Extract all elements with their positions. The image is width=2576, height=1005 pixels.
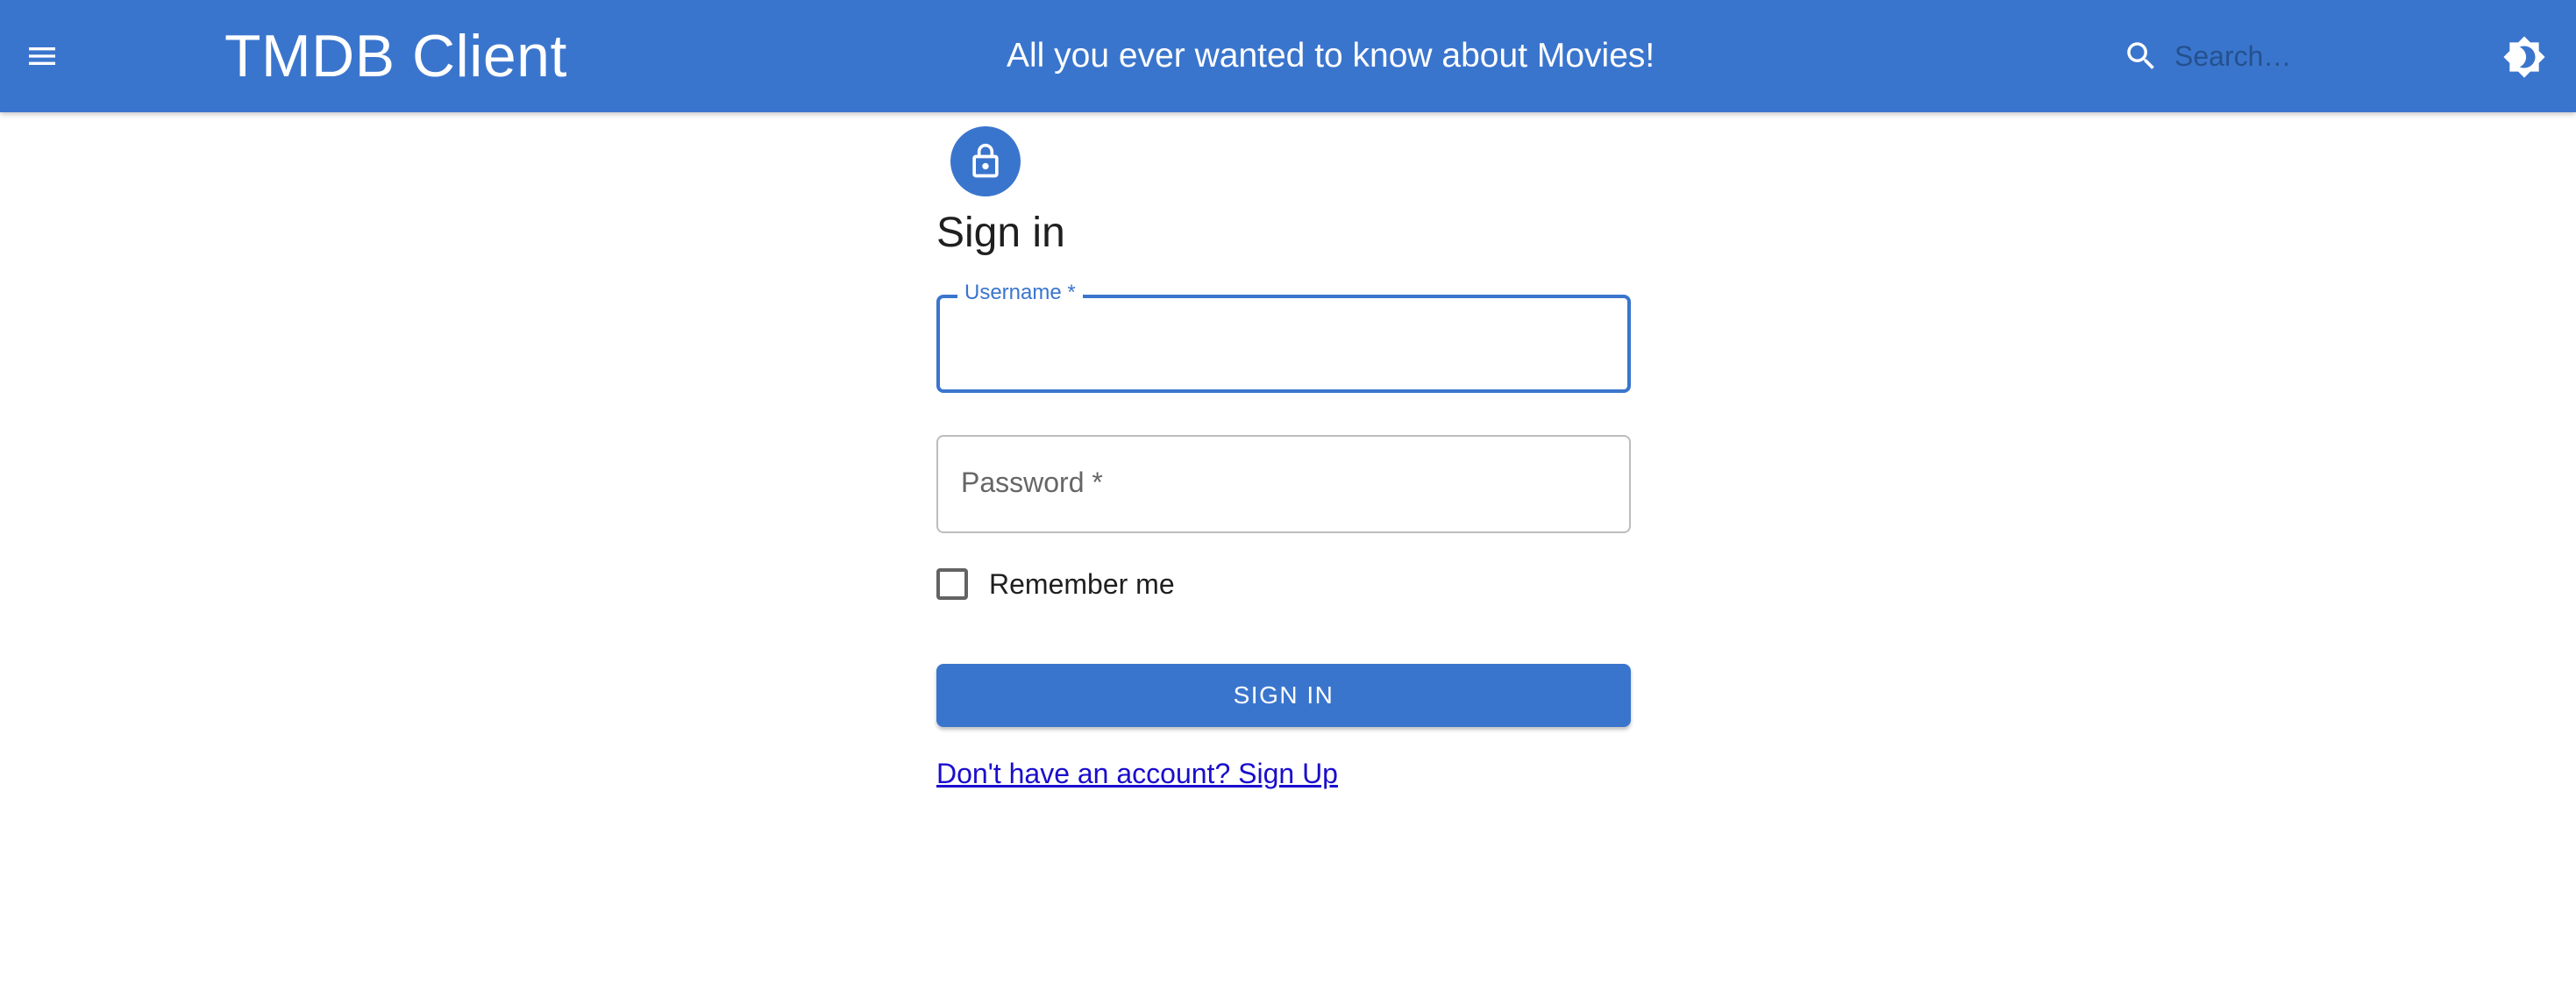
app-bar: TMDB Client All you ever wanted to know … (0, 0, 2576, 112)
username-field[interactable]: Username * (936, 281, 1631, 393)
brightness-icon (2503, 36, 2545, 78)
remember-me-checkbox[interactable] (936, 568, 968, 600)
search-input[interactable] (2174, 32, 2437, 81)
theme-toggle-button[interactable] (2501, 33, 2548, 81)
menu-icon (29, 47, 55, 65)
tagline: All you ever wanted to know about Movies… (1007, 37, 1655, 75)
remember-me-label: Remember me (989, 567, 1175, 600)
search-icon (2120, 35, 2162, 77)
page-title: Sign in (936, 210, 1065, 256)
lock-icon (972, 143, 999, 178)
lock-avatar (950, 126, 1021, 196)
username-input[interactable] (940, 298, 1627, 389)
sign-up-link[interactable]: Don't have an account? Sign Up (936, 758, 1338, 790)
password-input[interactable] (938, 437, 1629, 531)
remember-me[interactable]: Remember me (936, 565, 1175, 603)
sign-in-button[interactable]: SIGN IN (936, 664, 1631, 727)
menu-button[interactable] (21, 35, 63, 77)
password-field[interactable]: Password * (936, 435, 1631, 533)
brand-title[interactable]: TMDB Client (224, 21, 567, 91)
